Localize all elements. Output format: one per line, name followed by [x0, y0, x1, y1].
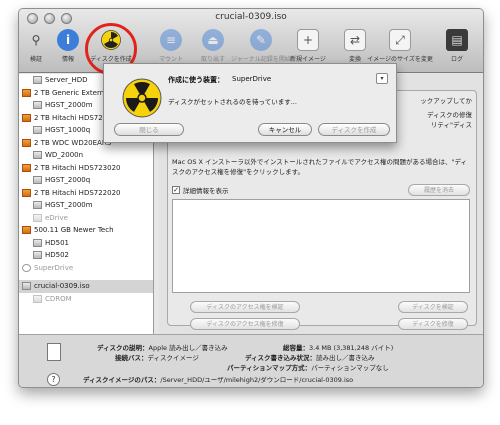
- sidebar-item[interactable]: HGST_2000m: [19, 199, 153, 212]
- sidebar-item-label: HD502: [45, 251, 70, 259]
- burn-hazard-icon: [122, 78, 162, 118]
- volume-icon: [33, 151, 42, 159]
- sidebar-item-label: Server_HDD: [45, 76, 88, 84]
- burn-disk-button[interactable]: ディスクを作成: [318, 123, 390, 136]
- checkbox-mark: ✓: [172, 186, 180, 194]
- verify-permissions-button[interactable]: ディスクのアクセス権を検証: [190, 301, 300, 313]
- sidebar-item-label: HGST_1000q: [45, 126, 91, 134]
- write-status-value: 読み出し／書き込み: [316, 354, 375, 362]
- resize-icon: ⤢: [389, 29, 411, 51]
- connection-label: 接続バス：: [115, 354, 148, 362]
- partial-text: リティ"ディス: [430, 121, 472, 129]
- image-path-value: /Server_HDD/ユーザ/milehigh2/ダウンロード/crucial…: [160, 376, 354, 384]
- cancel-button[interactable]: キャンセル: [258, 123, 312, 136]
- repair-disk-button[interactable]: ディスクを修復: [398, 318, 468, 330]
- write-status-label: ディスク書き込み状況：: [245, 354, 317, 362]
- help-button[interactable]: ?: [47, 373, 60, 386]
- sidebar-item[interactable]: 500.11 GB Newer Tech: [19, 224, 153, 237]
- optical-drive-icon: [22, 263, 31, 272]
- sidebar-item[interactable]: HD501: [19, 237, 153, 250]
- repair-permissions-button[interactable]: ディスクのアクセス権を修復: [190, 318, 300, 330]
- hard-disk-icon: [22, 163, 31, 172]
- sidebar-item-label: 2 TB Hitachi HDS723020: [34, 163, 121, 172]
- description-value: Apple 読み出し／書き込み: [148, 344, 228, 352]
- capacity-value: 3.4 MB (3,381,248 バイト): [309, 344, 394, 352]
- connection-value: ディスクイメージ: [147, 354, 199, 362]
- partial-text: ディスクの修復: [426, 111, 472, 119]
- sidebar-item-label: 2 TB Generic External: [34, 88, 111, 97]
- sidebar-item-label: HD501: [45, 238, 70, 247]
- capacity-label: 総容量：: [283, 344, 309, 352]
- journal-icon: ✎: [250, 29, 272, 51]
- partial-text: ックアップしてか: [420, 97, 472, 105]
- disk-image-icon: [22, 282, 31, 290]
- device-label: 作成に使う装置：: [168, 76, 224, 84]
- waiting-message: ディスクがセットされるのを待っています...: [168, 98, 297, 106]
- hard-disk-icon: [22, 113, 31, 122]
- volume-icon: [33, 294, 42, 303]
- sidebar-item[interactable]: SuperDrive: [19, 262, 153, 275]
- log-icon: ▤: [446, 29, 468, 51]
- sidebar-item[interactable]: WD_2000n: [19, 149, 153, 162]
- partition-map-value: パーティションマップなし: [311, 364, 389, 372]
- new-image-icon: +: [297, 29, 319, 51]
- sidebar-item-label: HGST_2000m: [45, 101, 93, 109]
- sidebar-item-label: WD_2000n: [45, 151, 84, 159]
- toolbar-resize-label: イメージのサイズを変更: [367, 56, 433, 63]
- image-path-label: ディスクイメージのパス：: [83, 376, 161, 384]
- show-details-checkbox[interactable]: ✓ 詳細情報を表示: [172, 185, 229, 195]
- toolbar-resize-button[interactable]: ⤢ イメージのサイズを変更: [367, 27, 433, 63]
- volume-icon: [33, 251, 42, 259]
- sidebar-item[interactable]: crucial-0309.iso: [19, 280, 153, 293]
- info-icon: i: [57, 29, 79, 51]
- sidebar-item[interactable]: 2 TB Hitachi HDS723020: [19, 162, 153, 175]
- volume-icon: [33, 238, 42, 247]
- volume-icon: [33, 201, 42, 209]
- permissions-description: Mac OS X インストーラ以外でインストールされたファイルでアクセス権の問題…: [172, 158, 468, 176]
- description-label: ディスクの説明：: [97, 344, 149, 352]
- window-title: crucial-0309.iso: [215, 12, 287, 22]
- volume-icon: [33, 76, 42, 84]
- document-icon: [47, 343, 61, 361]
- close-button[interactable]: 閉じる: [114, 123, 184, 136]
- sidebar-item[interactable]: CDROM: [19, 293, 153, 306]
- sidebar-item-label: 2 TB Hitachi HDS722020: [34, 188, 121, 197]
- sidebar-item[interactable]: HD502: [19, 249, 153, 262]
- hard-disk-icon: [22, 226, 31, 234]
- verify-disk-button[interactable]: ディスクを検証: [398, 301, 468, 313]
- info-bar: ディスクの説明：Apple 読み出し／書き込み 接続バス：ディスクイメージ 総容…: [19, 334, 483, 387]
- hard-disk-icon: [22, 188, 31, 197]
- volume-icon: [33, 213, 42, 222]
- volume-icon: [33, 101, 42, 109]
- convert-icon: ⇄: [344, 29, 366, 51]
- toolbar-log-button[interactable]: ▤ ログ: [435, 27, 479, 63]
- sidebar-item-label: 2 TB WDC WD20EARS: [34, 138, 112, 147]
- mount-icon: ≡: [160, 29, 182, 51]
- sidebar-item-label: 500.11 GB Newer Tech: [34, 226, 114, 234]
- sidebar-item-label: eDrive: [45, 213, 68, 222]
- sidebar-item-label: HGST_2000q: [45, 176, 91, 184]
- eject-icon: ⏏: [202, 29, 224, 51]
- sidebar-item[interactable]: 2 TB Hitachi HDS722020: [19, 187, 153, 200]
- sidebar-item-label: HGST_2000m: [45, 201, 93, 209]
- burn-sheet: 作成に使う装置： SuperDrive ▾ ディスクがセットされるのを待っていま…: [103, 63, 397, 143]
- sidebar-item-label: SuperDrive: [34, 263, 74, 272]
- partition-map-label: パーティションマップ方式：: [227, 364, 312, 372]
- hard-disk-icon: [22, 138, 31, 147]
- volume-icon: [33, 176, 42, 184]
- show-details-label: 詳細情報を表示: [183, 187, 229, 195]
- sidebar-item-label: CDROM: [45, 294, 72, 303]
- sidebar-item[interactable]: eDrive: [19, 212, 153, 225]
- volume-icon: [33, 126, 42, 134]
- toolbar-log-label: ログ: [450, 56, 463, 63]
- details-log: [172, 199, 470, 293]
- device-popup-button[interactable]: ▾: [376, 73, 388, 84]
- hard-disk-icon: [22, 88, 31, 97]
- clear-history-button[interactable]: 履歴を消去: [408, 184, 470, 196]
- sidebar-item-label: crucial-0309.iso: [34, 282, 90, 290]
- sidebar-item[interactable]: HGST_2000q: [19, 174, 153, 187]
- device-select[interactable]: SuperDrive: [232, 75, 271, 83]
